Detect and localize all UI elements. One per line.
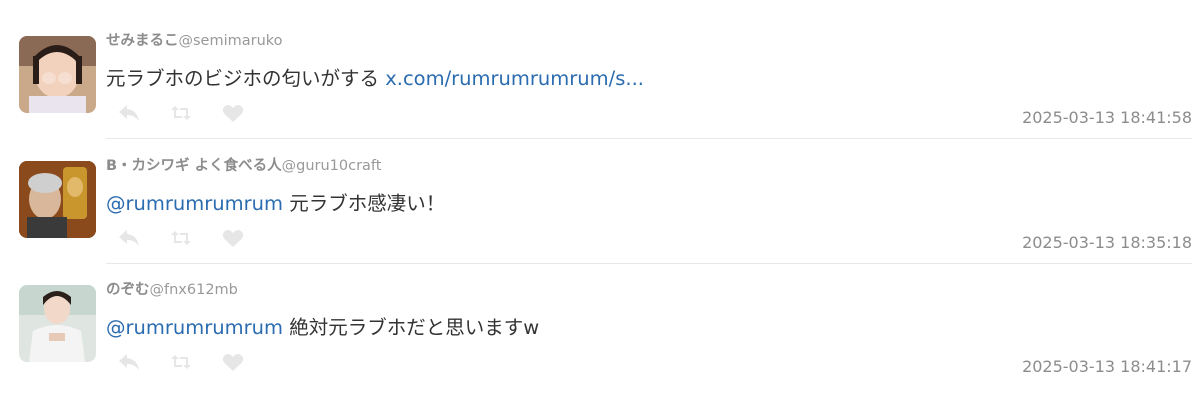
reply-icon — [119, 105, 139, 121]
retweet-button[interactable] — [169, 228, 193, 248]
reply-button[interactable] — [117, 228, 141, 248]
user-handle[interactable]: @guru10craft — [282, 158, 382, 174]
reply-icon — [119, 230, 139, 246]
retweet-icon — [171, 355, 191, 369]
mention-link[interactable]: @rumrumrumrum — [106, 192, 283, 215]
tweet-text-content: 絶対元ラブホだと思いますw — [283, 316, 540, 339]
tweet-timestamp[interactable]: 2025-03-13 18:41:17 — [1022, 357, 1192, 377]
tweet-actions — [117, 352, 273, 372]
avatar[interactable] — [19, 285, 96, 362]
divider — [106, 138, 1192, 139]
tweet-actions — [117, 228, 273, 248]
tweet-feed: せみまるこ@semimaruko 元ラブホのビジホの匂いがする x.com/ru… — [0, 0, 1200, 404]
display-name[interactable]: のぞむ — [106, 282, 150, 298]
user-handle[interactable]: @semimaruko — [179, 33, 283, 49]
avatar[interactable] — [19, 161, 96, 238]
tweet-item: せみまるこ@semimaruko 元ラブホのビジホの匂いがする x.com/ru… — [0, 28, 1200, 152]
retweet-icon — [171, 231, 191, 245]
like-button[interactable] — [221, 103, 245, 123]
retweet-icon — [171, 106, 191, 120]
display-name[interactable]: せみまるこ — [106, 33, 179, 49]
like-button[interactable] — [221, 352, 245, 372]
tweet-text: 元ラブホのビジホの匂いがする x.com/rumrumrumrum/s... — [106, 66, 644, 92]
display-name[interactable]: B・カシワギ よく食べる人 — [106, 158, 282, 174]
reply-button[interactable] — [117, 103, 141, 123]
mention-link[interactable]: @rumrumrumrum — [106, 316, 283, 339]
tweet-text-content: 元ラブホのビジホの匂いがする — [106, 67, 386, 90]
divider — [106, 263, 1192, 264]
retweet-button[interactable] — [169, 352, 193, 372]
avatar[interactable] — [19, 36, 96, 113]
like-button[interactable] — [221, 228, 245, 248]
tweet-header: B・カシワギ よく食べる人@guru10craft — [106, 157, 381, 175]
tweet-actions — [117, 103, 273, 123]
tweet-timestamp[interactable]: 2025-03-13 18:41:58 — [1022, 108, 1192, 128]
tweet-text: @rumrumrumrum 元ラブホ感凄い！ — [106, 191, 445, 217]
tweet-text: @rumrumrumrum 絶対元ラブホだと思いますw — [106, 315, 539, 341]
heart-icon — [222, 229, 244, 247]
reply-button[interactable] — [117, 352, 141, 372]
tweet-link[interactable]: x.com/rumrumrumrum/s... — [385, 67, 644, 90]
tweet-item: のぞむ@fnx612mb @rumrumrumrum 絶対元ラブホだと思いますw… — [0, 277, 1200, 401]
heart-icon — [222, 353, 244, 371]
tweet-header: のぞむ@fnx612mb — [106, 281, 238, 299]
heart-icon — [222, 104, 244, 122]
tweet-timestamp[interactable]: 2025-03-13 18:35:18 — [1022, 233, 1192, 253]
user-handle[interactable]: @fnx612mb — [150, 282, 238, 298]
reply-icon — [119, 354, 139, 370]
tweet-item: B・カシワギ よく食べる人@guru10craft @rumrumrumrum … — [0, 153, 1200, 277]
tweet-header: せみまるこ@semimaruko — [106, 32, 283, 50]
tweet-text-content: 元ラブホ感凄い！ — [283, 192, 446, 215]
retweet-button[interactable] — [169, 103, 193, 123]
